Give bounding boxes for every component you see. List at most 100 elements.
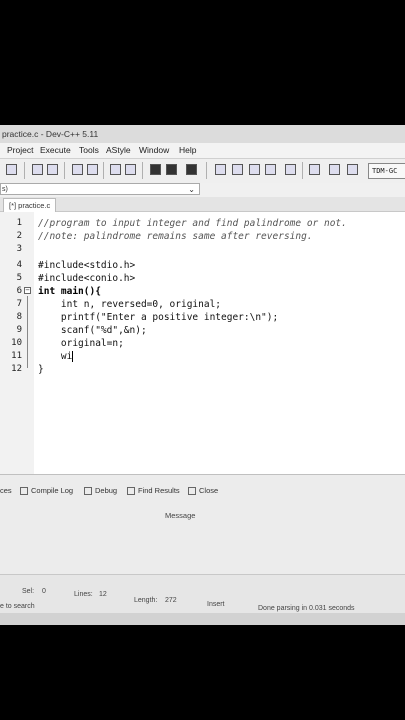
tab-find-results[interactable]: Find Results <box>127 485 180 497</box>
code-text: //program to input integer and find pali… <box>38 218 347 229</box>
length-label: Length: <box>134 597 158 604</box>
code-line: 7 int n, reversed=0, original; <box>0 298 405 311</box>
code-text: printf("Enter a positive integer:\n"); <box>38 312 279 323</box>
toolbar-separator <box>142 162 143 179</box>
code-editor[interactable]: 1 //program to input integer and find pa… <box>0 212 405 474</box>
class-select[interactable]: s) ⌄ <box>0 183 200 195</box>
tab-find-results-label: Find Results <box>138 486 180 495</box>
text-cursor <box>72 351 74 362</box>
code-line: 1 //program to input integer and find pa… <box>0 217 405 230</box>
code-line: 8 printf("Enter a positive integer:\n"); <box>0 311 405 324</box>
line-number: 2 <box>16 231 22 241</box>
menu-project[interactable]: Project <box>7 143 33 158</box>
bar-chart-icon <box>20 487 28 496</box>
redo-icon[interactable] <box>47 164 58 175</box>
tab-compile-log-label: Compile Log <box>31 486 74 495</box>
chevron-down-icon: ⌄ <box>188 185 195 194</box>
close-icon <box>188 487 196 496</box>
fold-collapse-icon[interactable]: − <box>24 287 31 294</box>
code-text: #include<conio.h> <box>38 273 136 284</box>
code-text: wi <box>38 350 74 363</box>
compiler-select-value: TDM-GC <box>372 167 398 175</box>
code-line: 6 − int main(){ <box>0 285 405 298</box>
line-number: 10 <box>11 338 22 348</box>
editor-tabs: [*] practice.c <box>0 197 405 212</box>
toolbar-separator <box>206 162 207 179</box>
code-line: 4 #include<stdio.h> <box>0 259 405 272</box>
find-icon[interactable] <box>72 164 83 175</box>
tab-debug-label: Debug <box>95 486 118 495</box>
close-button-label: Close <box>199 486 219 495</box>
class-browser-bar: s) ⌄ <box>0 183 405 197</box>
run-icon[interactable] <box>232 164 243 175</box>
taskbar-search[interactable]: e to search <box>0 603 35 610</box>
line-number: 6 <box>16 286 22 296</box>
goto-line-icon[interactable] <box>110 164 121 175</box>
code-line: 3 <box>0 243 405 256</box>
line-number: 7 <box>16 299 22 309</box>
line-number: 5 <box>16 273 22 283</box>
fold-guide-line <box>27 296 28 368</box>
debug-icon[interactable] <box>347 164 358 175</box>
code-text: scanf("%d",&n); <box>38 325 147 336</box>
close-button[interactable]: Close <box>188 485 218 497</box>
toolbar-separator <box>64 162 65 179</box>
window-title: practice.c - Dev-C++ 5.11 <box>2 129 99 139</box>
windows-taskbar <box>0 613 405 625</box>
menu-window[interactable]: Window <box>139 143 169 158</box>
code-text: //note: palindrome remains same after re… <box>38 231 313 242</box>
sel-value: 0 <box>42 588 46 595</box>
sel-label: Sel: <box>22 588 35 595</box>
code-line: 9 scanf("%d",&n); <box>0 324 405 337</box>
lines-label: Lines: <box>74 591 93 598</box>
length-value: 272 <box>165 597 177 604</box>
code-text: int n, reversed=0, original; <box>38 299 222 310</box>
line-number: 3 <box>16 244 22 254</box>
compiler-select[interactable]: TDM-GC <box>368 163 405 179</box>
check-icon <box>84 487 92 496</box>
undo-icon[interactable] <box>32 164 43 175</box>
tab-practice-c[interactable]: [*] practice.c <box>3 198 57 212</box>
compile-icon[interactable] <box>215 164 226 175</box>
menu-tools[interactable]: Tools <box>79 143 99 158</box>
compile-run-icon[interactable] <box>249 164 260 175</box>
check-syntax-icon[interactable] <box>285 164 296 175</box>
tab-debug[interactable]: Debug <box>84 485 117 497</box>
parse-status: Done parsing in 0.031 seconds <box>258 605 355 612</box>
insert-mode: Insert <box>207 601 225 608</box>
tab-compile-log[interactable]: Compile Log <box>20 485 73 497</box>
print-icon[interactable] <box>6 164 17 175</box>
tab-resources[interactable]: ces <box>0 485 12 497</box>
replace-icon[interactable] <box>87 164 98 175</box>
line-number: 11 <box>11 351 22 361</box>
rebuild-icon[interactable] <box>265 164 276 175</box>
menu-help[interactable]: Help <box>179 143 196 158</box>
devcpp-window: practice.c - Dev-C++ 5.11 Project Execut… <box>0 125 405 625</box>
message-column-header: Message <box>165 511 196 520</box>
code-line: 2 //note: palindrome remains same after … <box>0 230 405 243</box>
toolbar-separator <box>103 162 104 179</box>
lines-value: 12 <box>99 591 107 598</box>
indent-icon[interactable] <box>150 164 161 175</box>
toolbar-separator <box>24 162 25 179</box>
title-bar: practice.c - Dev-C++ 5.11 <box>0 125 405 143</box>
unindent-icon[interactable] <box>166 164 177 175</box>
line-number: 1 <box>16 218 22 228</box>
menu-astyle[interactable]: AStyle <box>106 143 131 158</box>
menu-execute[interactable]: Execute <box>40 143 71 158</box>
line-number: 8 <box>16 312 22 322</box>
chart-icon[interactable] <box>329 164 340 175</box>
find-icon <box>127 487 135 496</box>
close-project-icon[interactable] <box>309 164 320 175</box>
toggle-comment-icon[interactable] <box>186 164 197 175</box>
code-text-content: wi <box>38 351 73 362</box>
toolbar-separator <box>302 162 303 179</box>
code-text: } <box>38 364 44 375</box>
bottom-panel: ces Compile Log Debug Find Results Close… <box>0 474 405 575</box>
project-icon[interactable] <box>125 164 136 175</box>
line-number: 9 <box>16 325 22 335</box>
tab-label: [*] practice.c <box>9 201 51 210</box>
code-line: 10 original=n; <box>0 337 405 350</box>
line-number: 4 <box>16 260 22 270</box>
code-line: 5 #include<conio.h> <box>0 272 405 285</box>
